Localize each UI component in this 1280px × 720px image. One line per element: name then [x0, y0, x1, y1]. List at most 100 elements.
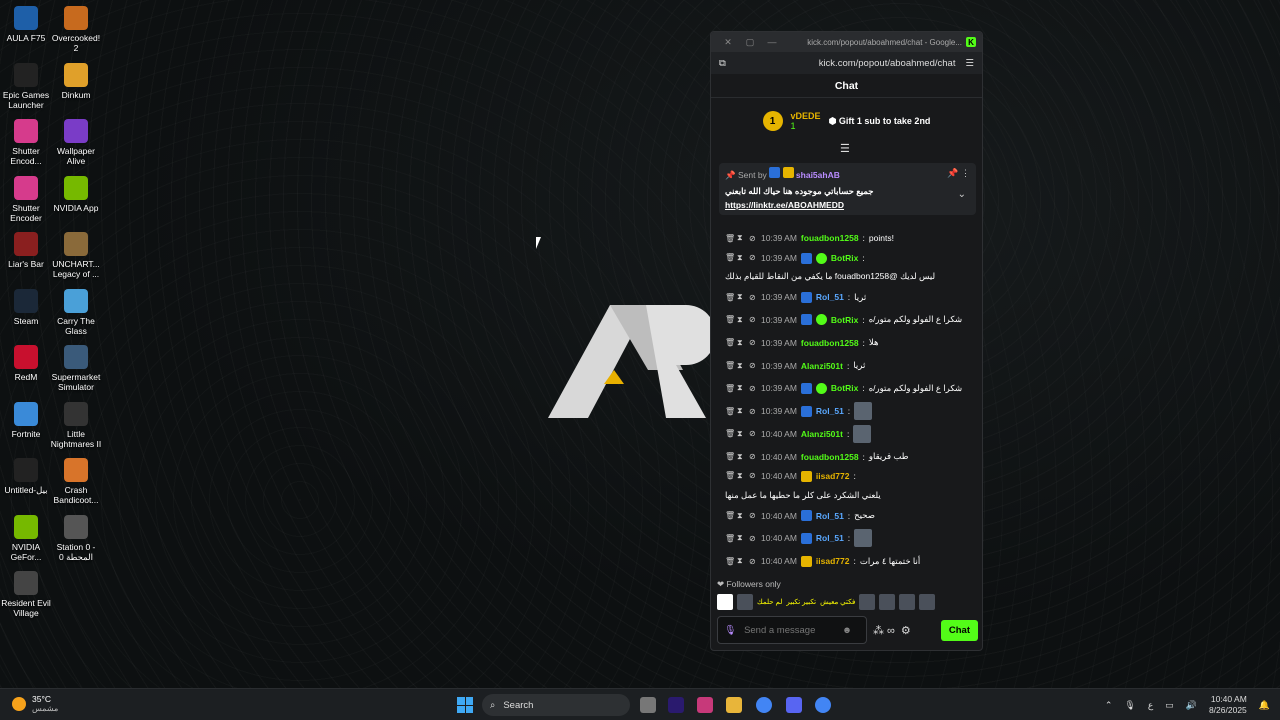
- network-icon[interactable]: ▭: [1165, 700, 1174, 711]
- desktop-icon[interactable]: Shutter Encoder: [0, 175, 52, 223]
- delete-icon[interactable]: 🗑: [725, 407, 735, 416]
- message-username[interactable]: fouadbon1258: [801, 452, 859, 462]
- site-info-icon[interactable]: ⧉: [719, 58, 726, 69]
- emote-item[interactable]: [859, 594, 876, 610]
- desktop-icon[interactable]: Liar's Bar: [0, 232, 52, 269]
- timeout-icon[interactable]: ⧗: [737, 233, 745, 243]
- timeout-icon[interactable]: ⧗: [737, 452, 745, 462]
- chat-message[interactable]: 🗑 ⧗ ⊘ 10:39 AM BotRix: شكرا ع الفولو ولكم متو…: [711, 377, 982, 400]
- emote-quick-bar[interactable]: لم حلمك تكبير تكبير فكتي معيش: [717, 594, 936, 610]
- desktop-icon[interactable]: Station 0 - المحطة 0: [50, 514, 102, 562]
- timeout-icon[interactable]: ⧗: [737, 429, 745, 439]
- task-view-icon[interactable]: [640, 697, 656, 713]
- ban-icon[interactable]: ⊘: [749, 429, 757, 438]
- emoji-icon[interactable]: ☻: [842, 625, 852, 636]
- delete-icon[interactable]: 🗑: [725, 315, 735, 324]
- chat-message[interactable]: 🗑 ⧗ ⊘ 10:39 AM Alanzi501t: ثريا: [711, 354, 982, 377]
- instagram-icon[interactable]: [697, 697, 713, 713]
- chat-message[interactable]: 🗑 ⧗ ⊘ 10:39 AM BotRix: ليس لديك @fouadbon1258…: [711, 250, 982, 286]
- delete-icon[interactable]: 🗑: [725, 534, 735, 543]
- close-icon[interactable]: ✕: [717, 37, 739, 48]
- chat-popout-window[interactable]: ✕ ▢ — kick.com/popout/aboahmed/chat - Go…: [710, 31, 983, 651]
- ban-icon[interactable]: ⊘: [749, 471, 757, 480]
- unpin-icon[interactable]: 📌 ⋮: [947, 168, 970, 179]
- chat-message[interactable]: 🗑 ⧗ ⊘ 10:40 AM Alanzi501t:: [711, 423, 982, 446]
- message-username[interactable]: BotRix: [831, 315, 858, 325]
- desktop-icon[interactable]: Carry The Glass: [50, 288, 102, 336]
- chat-message[interactable]: 🗑 ⧗ ⊘ 10:39 AM BotRix: شكرا ع الفولو ولكم متو…: [711, 309, 982, 332]
- minimize-icon[interactable]: —: [761, 37, 783, 47]
- chat-message[interactable]: 🗑 ⧗ ⊘ 10:39 AM fouadbon1258: هلا: [711, 331, 982, 354]
- notification-icon[interactable]: 🔔: [1259, 700, 1270, 711]
- gift-sub-prompt[interactable]: ⬢ Gift 1 sub to take 2nd: [829, 116, 931, 127]
- ban-icon[interactable]: ⊘: [749, 253, 757, 262]
- chat-message[interactable]: 🗑 ⧗ ⊘ 10:39 AM Rol_51: ثريا: [711, 286, 982, 309]
- desktop-icon[interactable]: Resident Evil Village: [0, 571, 52, 618]
- delete-icon[interactable]: 🗑: [725, 471, 735, 480]
- desktop-icon[interactable]: NVIDIA GeFor...: [0, 514, 52, 562]
- clock[interactable]: 10:40 AM 8/26/2025: [1209, 694, 1247, 716]
- file-explorer-icon[interactable]: [726, 697, 742, 713]
- delete-icon[interactable]: 🗑: [725, 452, 735, 461]
- ban-icon[interactable]: ⊘: [749, 557, 757, 566]
- volume-icon[interactable]: 🔊: [1186, 700, 1197, 711]
- delete-icon[interactable]: 🗑: [725, 511, 735, 520]
- chrome-icon[interactable]: [815, 697, 831, 713]
- desktop-icon[interactable]: Dinkum: [50, 62, 102, 100]
- microphone-icon[interactable]: 🎙: [724, 625, 736, 636]
- delete-icon[interactable]: 🗑: [725, 293, 735, 302]
- emote-text-1[interactable]: لم حلمك: [757, 598, 782, 606]
- emote-item[interactable]: [879, 594, 896, 610]
- chat-message-list[interactable]: 🗑 ⧗ ⊘ 10:39 AM fouadbon1258: !points 🗑 ⧗ ⊘ 10:39 …: [711, 227, 982, 573]
- delete-icon[interactable]: 🗑: [725, 253, 735, 262]
- ban-icon[interactable]: ⊘: [749, 293, 757, 302]
- ban-icon[interactable]: ⊘: [749, 407, 757, 416]
- timeout-icon[interactable]: ⧗: [737, 383, 745, 393]
- message-username[interactable]: iisad772: [816, 471, 850, 481]
- timeout-icon[interactable]: ⧗: [737, 361, 745, 371]
- emote-text-3[interactable]: فكتي معيش: [820, 598, 855, 606]
- delete-icon[interactable]: 🗑: [725, 557, 735, 566]
- delete-icon[interactable]: 🗑: [725, 384, 735, 393]
- desktop-icon[interactable]: NVIDIA App: [50, 175, 102, 213]
- message-username[interactable]: Rol_51: [816, 292, 844, 302]
- message-username[interactable]: fouadbon1258: [801, 338, 859, 348]
- sub-leaderboard[interactable]: 1 vDEDE 1 ⬢ Gift 1 sub to take 2nd: [711, 98, 982, 144]
- ban-icon[interactable]: ⊘: [749, 452, 757, 461]
- message-username[interactable]: fouadbon1258: [801, 233, 859, 243]
- maximize-icon[interactable]: ▢: [739, 37, 761, 48]
- message-username[interactable]: BotRix: [831, 383, 858, 393]
- message-username[interactable]: Rol_51: [816, 533, 844, 543]
- desktop-icon[interactable]: Epic Games Launcher: [0, 62, 52, 110]
- message-username[interactable]: Alanzi501t: [801, 361, 843, 371]
- ban-icon[interactable]: ⊘: [749, 315, 757, 324]
- send-chat-button[interactable]: Chat: [940, 619, 978, 641]
- input-language[interactable]: ع: [1148, 700, 1153, 711]
- desktop-icon[interactable]: RedM: [0, 345, 52, 382]
- ban-icon[interactable]: ⊘: [749, 234, 757, 243]
- emote-item[interactable]: [717, 594, 733, 610]
- desktop-icon[interactable]: Steam: [0, 288, 52, 326]
- delete-icon[interactable]: 🗑: [725, 429, 735, 438]
- desktop-icon[interactable]: Wallpaper Alive: [50, 119, 102, 166]
- timeout-icon[interactable]: ⧗: [737, 471, 745, 481]
- chat-message[interactable]: 🗑 ⧗ ⊘ 10:39 AM Rol_51:: [711, 400, 982, 423]
- chat-input-box[interactable]: 🎙 ☻: [717, 616, 867, 644]
- desktop-icon[interactable]: Supermarket Simulator: [50, 345, 102, 392]
- pinned-link[interactable]: https://linktr.ee/ABOAHMEDD: [725, 200, 970, 210]
- chat-message-input[interactable]: [744, 624, 835, 636]
- chevron-up-icon[interactable]: ⌃: [1105, 700, 1113, 711]
- desktop-icon[interactable]: Untitled-بيل: [0, 458, 52, 495]
- chat-message[interactable]: 🗑 ⧗ ⊘ 10:40 AM fouadbon1258: طب فريقاو: [711, 445, 982, 468]
- message-username[interactable]: Rol_51: [816, 511, 844, 521]
- chat-message[interactable]: 🗑 ⧗ ⊘ 10:40 AM iisad772: أنا ختمتها ٤ مرات: [711, 550, 982, 573]
- chrome-icon[interactable]: [756, 697, 772, 713]
- timeout-icon[interactable]: ⧗: [737, 511, 745, 521]
- timeout-icon[interactable]: ⧗: [737, 292, 745, 302]
- message-username[interactable]: BotRix: [831, 253, 858, 263]
- message-username[interactable]: iisad772: [816, 556, 850, 566]
- timeout-icon[interactable]: ⧗: [737, 338, 745, 348]
- chevron-down-icon[interactable]: ⌄: [958, 189, 966, 200]
- emote-item[interactable]: [899, 594, 916, 610]
- weather-widget[interactable]: 35°C مشمس: [12, 694, 58, 713]
